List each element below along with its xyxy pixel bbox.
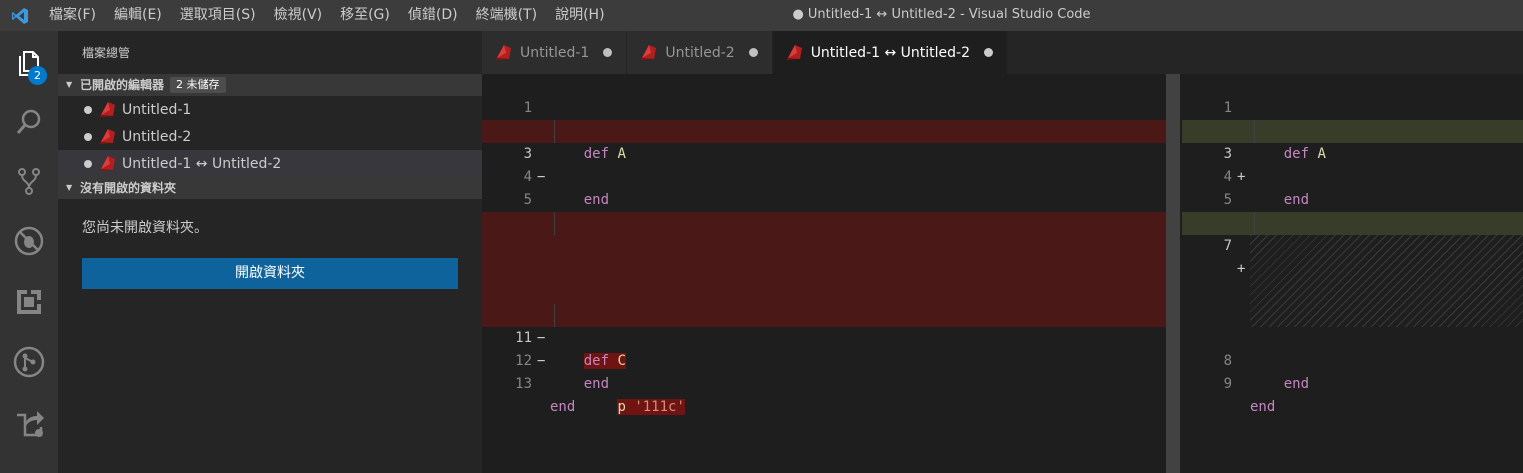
tab-label: Untitled-1 ↔ Untitled-2 (810, 44, 970, 61)
menu-debug[interactable]: 偵錯(D) (399, 0, 467, 31)
menu-selection[interactable]: 選取項目(S) (171, 0, 265, 31)
open-editor-item-untitled-1[interactable]: Untitled-1 (58, 96, 482, 123)
editor-tabs: Untitled-1 Untitled-2 Untitled-1 ↔ Untit… (482, 31, 1523, 74)
chevron-down-icon: ▼ (66, 183, 73, 192)
dirty-dot-icon[interactable] (748, 48, 758, 57)
explorer-sidebar: 檔案總管 ▼ 已開啟的編輯器 2 未儲存 Untitled-1 Untitled… (58, 31, 482, 473)
deleted-line: 10 − def C (482, 281, 1180, 369)
menu-edit[interactable]: 編輯(E) (105, 0, 171, 31)
open-folder-button[interactable]: 開啟資料夾 (82, 258, 458, 289)
indent-guide (1254, 212, 1255, 235)
deleted-line: 8 − end (482, 235, 1180, 323)
code-line: 4 end (482, 143, 1180, 208)
menu-bar: 檔案(F) 編輯(E) 選取項目(S) 檢視(V) 移至(G) 偵錯(D) 終端… (40, 0, 614, 31)
inserted-line: 7 + p 'b' (1182, 212, 1523, 323)
tab-untitled-2[interactable]: Untitled-2 (627, 31, 773, 74)
title-bar: 檔案(F) 編輯(E) 選取項目(S) 檢視(V) 移至(G) 偵錯(D) 終端… (0, 0, 1523, 31)
menu-view[interactable]: 檢視(V) (265, 0, 332, 31)
chevron-down-icon: ▼ (66, 80, 73, 89)
git-graph-icon[interactable] (0, 332, 58, 392)
menu-go[interactable]: 移至(G) (331, 0, 399, 31)
tab-diff[interactable]: Untitled-1 ↔ Untitled-2 (772, 31, 1008, 74)
open-editor-label: Untitled-1 (122, 101, 192, 118)
ruby-file-icon (99, 128, 115, 144)
tab-untitled-1[interactable]: Untitled-1 (482, 31, 628, 74)
diff-modified-pane[interactable]: 1 class Test 2 def A 3 + p 'a' 4 end 5 6… (1182, 74, 1523, 473)
explorer-badge: 2 (28, 66, 47, 85)
code-line: 12 end (482, 327, 1180, 392)
ruby-file-icon (785, 44, 802, 60)
indent-guide (554, 212, 555, 235)
ruby-file-icon (495, 44, 511, 60)
code-line: 1 class Test (1182, 74, 1523, 139)
indent-guide (554, 304, 555, 327)
tab-label: Untitled-2 (665, 44, 735, 61)
dirty-dot-icon[interactable] (84, 105, 92, 114)
line-number: 7 (1223, 238, 1232, 254)
code-line: 2 def A (482, 97, 1180, 162)
code-line: 2 def A (1182, 97, 1523, 162)
code-line: 5 (1182, 166, 1523, 208)
scrollbar[interactable] (1166, 74, 1180, 473)
deleted-line: 7 − p '123b321' (482, 212, 1180, 323)
ruby-file-icon (99, 155, 115, 171)
menu-help[interactable]: 說明(H) (546, 0, 613, 31)
inserted-line: 3 + p 'a' (1182, 120, 1523, 231)
code-text: end (1250, 399, 1276, 415)
no-folder-message: 您尚未開啟資料夾。 (82, 220, 208, 236)
dirty-dot-icon[interactable] (984, 48, 993, 57)
code-line: 1 class Test (482, 74, 1180, 139)
deleted-line: 11 − p '111c' (482, 304, 1180, 415)
menu-terminal[interactable]: 終端機(T) (467, 0, 546, 31)
editor-area: Untitled-1 Untitled-2 Untitled-1 ↔ Untit… (482, 31, 1523, 473)
deleted-line: 3 − p '111a' (482, 120, 1180, 231)
code-line: 6 def B (1182, 189, 1523, 254)
sidebar-title: 檔案總管 (82, 46, 131, 60)
open-editor-label: Untitled-2 (122, 128, 192, 145)
debug-icon[interactable] (0, 211, 58, 271)
vscode-logo-icon[interactable] (0, 0, 40, 31)
code-line: 9 end (1182, 350, 1523, 415)
code-line: 13 end (482, 350, 1180, 415)
indent-guide (1254, 120, 1255, 143)
dirty-dot-icon[interactable] (603, 48, 613, 57)
open-editors-title: 已開啟的編輯器 (80, 78, 165, 92)
deleted-line: 9 − (482, 258, 1180, 323)
ruby-file-icon (99, 101, 115, 117)
line-number: 9 (1223, 376, 1232, 392)
live-share-icon[interactable] (0, 393, 58, 453)
activity-bar: 2 (0, 31, 58, 473)
open-editors-header[interactable]: ▼ 已開啟的編輯器 2 未儲存 (58, 74, 482, 96)
indent-guide (554, 120, 555, 143)
unsaved-count-badge: 2 未儲存 (170, 77, 226, 93)
open-editor-item-untitled-2[interactable]: Untitled-2 (58, 123, 482, 150)
search-icon[interactable] (0, 92, 58, 152)
line-number: 13 (515, 376, 532, 392)
open-editor-item-diff[interactable]: Untitled-1 ↔ Untitled-2 (58, 150, 482, 177)
diff-filler-hatch (1250, 235, 1523, 327)
code-line: 4 end (1182, 143, 1523, 208)
no-folder-title: 沒有開啟的資料夾 (80, 181, 177, 195)
code-text: end (1283, 376, 1310, 392)
code-text: end (583, 376, 610, 392)
plus-icon: + (1237, 261, 1246, 277)
source-control-icon[interactable] (0, 151, 58, 211)
extensions-icon[interactable] (0, 272, 58, 332)
code-line: 6 def B (482, 189, 1180, 254)
tab-label: Untitled-1 (520, 44, 590, 61)
dirty-dot-icon[interactable] (84, 132, 92, 141)
ruby-file-icon (640, 44, 657, 60)
dirty-dot-icon[interactable] (84, 159, 92, 168)
code-text: end (550, 399, 576, 415)
menu-file[interactable]: 檔案(F) (40, 0, 105, 31)
explorer-icon[interactable]: 2 (0, 33, 58, 93)
code-line: 5 (482, 166, 1180, 208)
no-folder-header[interactable]: ▼ 沒有開啟的資料夾 (58, 177, 482, 199)
open-editor-label: Untitled-1 ↔ Untitled-2 (122, 155, 282, 172)
code-line: 8 end (1182, 327, 1523, 392)
diff-original-pane[interactable]: 1 class Test 2 def A 3 − p '111a' 4 end … (482, 74, 1180, 473)
